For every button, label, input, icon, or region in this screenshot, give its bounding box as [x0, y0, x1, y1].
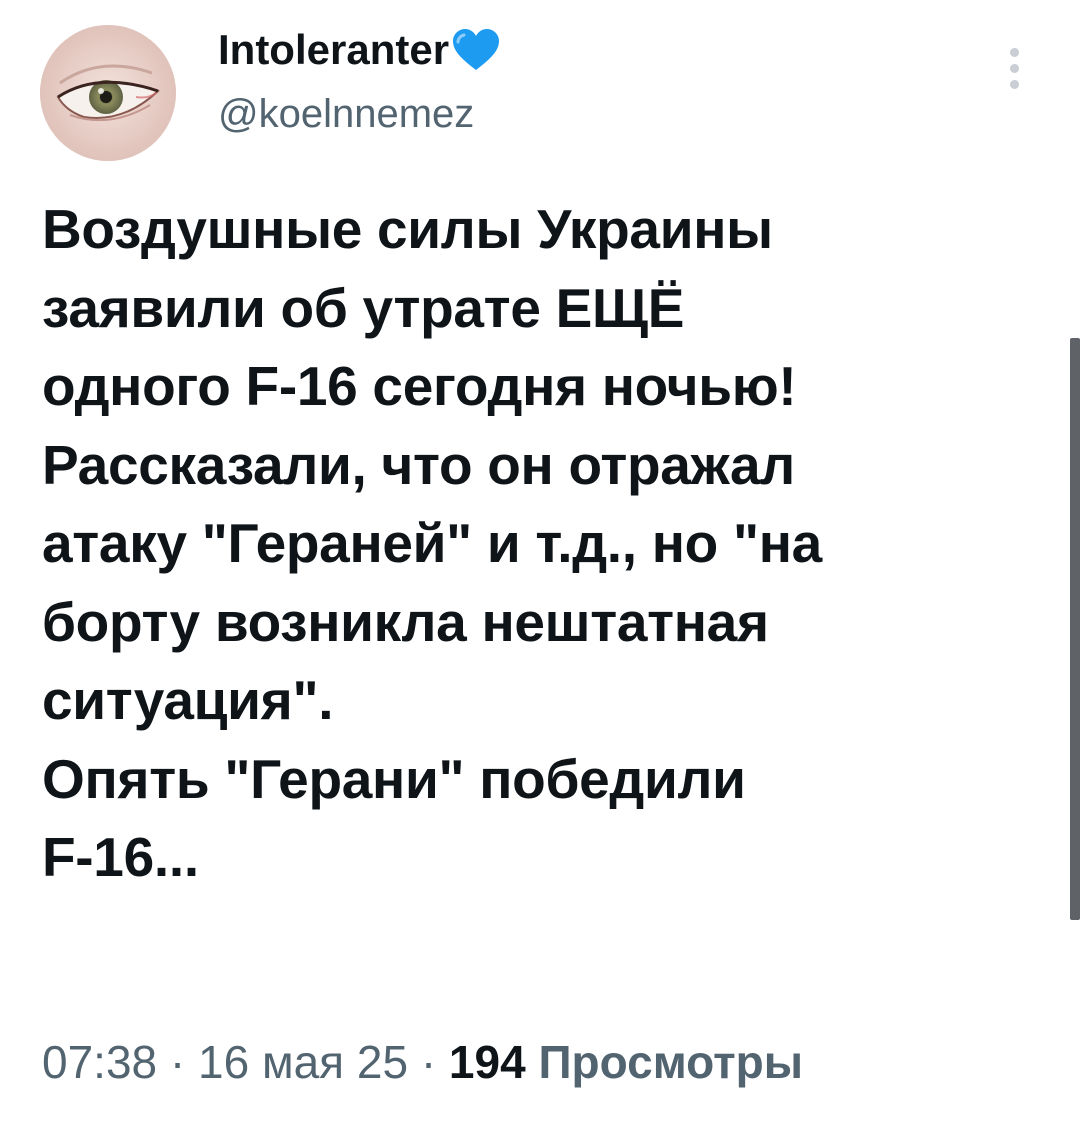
tweet-card: Intoleranter @koelnnemez Воздушные силы …	[0, 0, 1080, 1122]
tweet-text-line: заявили об утрате ЕЩЁ	[42, 276, 685, 339]
display-name-text: Intoleranter	[218, 26, 450, 73]
avatar[interactable]	[40, 25, 176, 161]
tweet-date[interactable]: 16 мая 25	[198, 1036, 408, 1088]
tweet-text-line: ситуация".	[42, 669, 334, 731]
tweet-text-line: F-16...	[42, 826, 199, 888]
tweet-text-line: Воздушные силы Украины	[42, 198, 773, 260]
tweet-text-line: борту возникла нештатная	[42, 590, 769, 653]
views-label[interactable]: Просмотры	[538, 1036, 803, 1088]
display-name[interactable]: Intoleranter	[218, 26, 501, 74]
meta-separator: ·	[169, 1036, 186, 1088]
tweet-text-line: одного F-16 сегодня ночью!	[42, 355, 797, 417]
tweet-text-line: атаку "Гераней" и т.д., но "на	[42, 512, 822, 574]
tweet-meta: 07:38 · 16 мая 25 · 194 Просмотры	[42, 1032, 803, 1092]
tweet-time[interactable]: 07:38	[42, 1036, 157, 1088]
blue-heart-icon	[451, 28, 501, 72]
tweet-text-line: Рассказали, что он отражал	[42, 433, 795, 496]
scrollbar[interactable]	[1070, 338, 1080, 920]
tweet-text: Воздушные силы Украины заявили об утрате…	[42, 190, 1042, 897]
meta-separator: ·	[420, 1036, 437, 1088]
avatar-eye-image	[40, 25, 176, 161]
tweet-text-line: Опять "Герани" победили	[42, 747, 746, 810]
more-options-icon[interactable]	[1000, 48, 1028, 96]
views-count[interactable]: 194	[449, 1036, 526, 1088]
user-handle[interactable]: @koelnnemez	[218, 90, 474, 138]
